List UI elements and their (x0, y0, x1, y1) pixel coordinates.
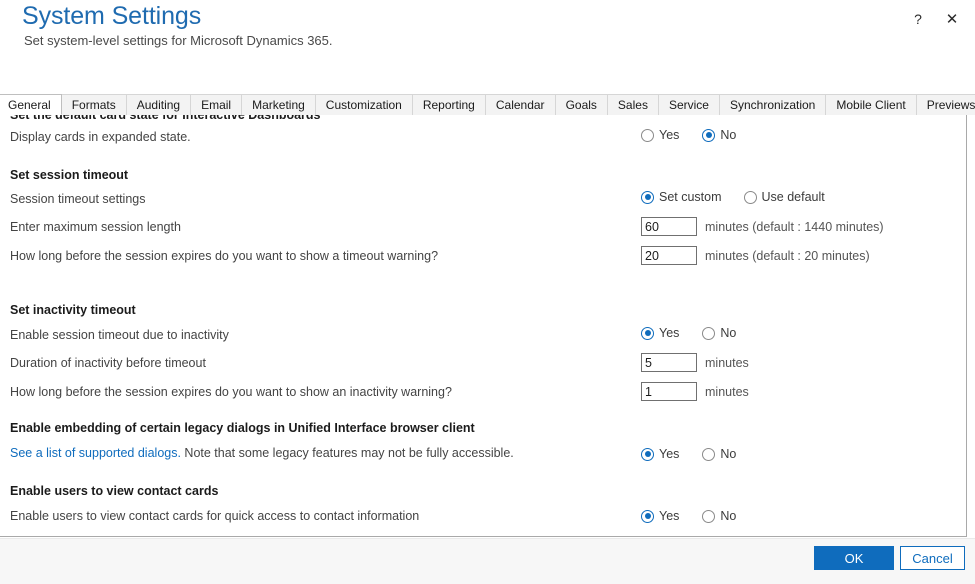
radio-group-legacy-dialogs: Yes No (641, 447, 736, 461)
radio-group-enable-inactivity-timeout: Yes No (641, 326, 736, 340)
label-inactivity-duration: Duration of inactivity before timeout (10, 356, 206, 370)
tab-general[interactable]: General (0, 94, 62, 115)
radio-label: Yes (659, 447, 680, 461)
radio-group-display-cards-expanded: Yes No (641, 128, 736, 142)
help-icon[interactable]: ? (907, 8, 929, 30)
tab-calendar[interactable]: Calendar (484, 94, 556, 115)
heading-contact-cards: Enable users to view contact cards (10, 484, 219, 498)
radio-dot-icon (702, 128, 716, 142)
radio-dot-icon (641, 190, 654, 204)
close-icon[interactable]: ✕ (941, 8, 963, 30)
radio-inactivity-yes[interactable]: Yes (641, 326, 679, 340)
cancel-button[interactable]: Cancel (900, 546, 965, 570)
unit-inactivity-warning: minutes (705, 385, 749, 399)
radio-dot-icon (702, 326, 716, 340)
heading-interactive-dashboards: Set the default card state for Interacti… (10, 115, 321, 122)
label-enable-inactivity-timeout: Enable session timeout due to inactivity (10, 328, 229, 342)
radio-label: Set custom (659, 190, 722, 204)
radio-contact-cards-no[interactable]: No (702, 509, 736, 523)
tab-sales[interactable]: Sales (606, 94, 659, 115)
settings-tabstrip: General Formats Auditing Email Marketing… (0, 94, 975, 115)
radio-dot-icon (641, 326, 654, 340)
unit-session-timeout-warning: minutes (default : 20 minutes) (705, 249, 870, 263)
radio-group-contact-cards: Yes No (641, 509, 736, 523)
tab-service[interactable]: Service (657, 94, 720, 115)
radio-label: Use default (761, 190, 825, 204)
radio-contact-cards-yes[interactable]: Yes (641, 509, 679, 523)
tab-marketing[interactable]: Marketing (241, 94, 316, 115)
dialog-header: System Settings Set system-level setting… (0, 0, 975, 90)
unit-max-session-length: minutes (default : 1440 minutes) (705, 220, 884, 234)
label-session-timeout-settings: Session timeout settings (10, 192, 146, 206)
input-session-timeout-warning[interactable] (641, 246, 697, 265)
radio-label: No (720, 509, 737, 523)
heading-set-inactivity-timeout: Set inactivity timeout (10, 303, 136, 317)
link-supported-dialogs[interactable]: See a list of supported dialogs. (10, 446, 181, 460)
radio-label: Yes (659, 326, 680, 340)
text-legacy-dialogs-note: Note that some legacy features may not b… (180, 446, 514, 460)
input-max-session-length[interactable] (641, 217, 697, 236)
page-subtitle: Set system-level settings for Microsoft … (24, 33, 333, 48)
system-settings-dialog: System Settings Set system-level setting… (0, 0, 975, 584)
radio-legacy-dialogs-yes[interactable]: Yes (641, 447, 679, 461)
window-controls: ? ✕ (907, 8, 963, 30)
tab-email[interactable]: Email (190, 94, 243, 115)
radio-label: Yes (659, 128, 680, 142)
tab-auditing[interactable]: Auditing (125, 94, 192, 115)
radio-label: No (720, 128, 737, 142)
input-inactivity-duration[interactable] (641, 353, 697, 372)
tab-mobile-client[interactable]: Mobile Client (825, 94, 917, 115)
label-inactivity-warning: How long before the session expires do y… (10, 385, 452, 399)
radio-label: No (720, 326, 737, 340)
label-max-session-length: Enter maximum session length (10, 220, 181, 234)
tab-formats[interactable]: Formats (60, 94, 127, 115)
radio-inactivity-no[interactable]: No (702, 326, 736, 340)
radio-dot-icon (641, 128, 654, 142)
radio-label: Yes (659, 509, 680, 523)
heading-set-session-timeout: Set session timeout (10, 168, 129, 182)
radio-display-cards-no[interactable]: No (702, 128, 736, 142)
radio-dot-icon (641, 509, 654, 523)
ok-button[interactable]: OK (814, 546, 894, 570)
tab-previews[interactable]: Previews (915, 94, 975, 115)
input-inactivity-warning[interactable] (641, 382, 697, 401)
radio-label: No (720, 447, 737, 461)
unit-inactivity-duration: minutes (705, 356, 749, 370)
radio-set-custom[interactable]: Set custom (641, 190, 722, 204)
tab-goals[interactable]: Goals (554, 94, 608, 115)
radio-use-default[interactable]: Use default (743, 190, 825, 204)
radio-display-cards-yes[interactable]: Yes (641, 128, 679, 142)
label-session-timeout-warning: How long before the session expires do y… (10, 249, 439, 263)
label-display-cards-expanded: Display cards in expanded state. (10, 130, 191, 144)
tab-customization[interactable]: Customization (314, 94, 413, 115)
tab-reporting[interactable]: Reporting (411, 94, 486, 115)
radio-dot-icon (702, 447, 716, 461)
radio-dot-icon (743, 190, 757, 204)
radio-group-session-timeout-mode: Set custom Use default (641, 190, 825, 204)
radio-legacy-dialogs-no[interactable]: No (702, 447, 736, 461)
label-enable-contact-cards: Enable users to view contact cards for q… (10, 509, 420, 523)
tab-synchronization[interactable]: Synchronization (718, 94, 827, 115)
row-legacy-dialogs-note: See a list of supported dialogs. Note th… (10, 446, 514, 460)
settings-content-pane: Set the default card state for Interacti… (0, 115, 967, 537)
heading-legacy-dialogs: Enable embedding of certain legacy dialo… (10, 421, 475, 435)
page-title: System Settings (22, 2, 202, 30)
radio-dot-icon (641, 447, 654, 461)
radio-dot-icon (702, 509, 716, 523)
dialog-footer: OK Cancel (0, 538, 975, 584)
